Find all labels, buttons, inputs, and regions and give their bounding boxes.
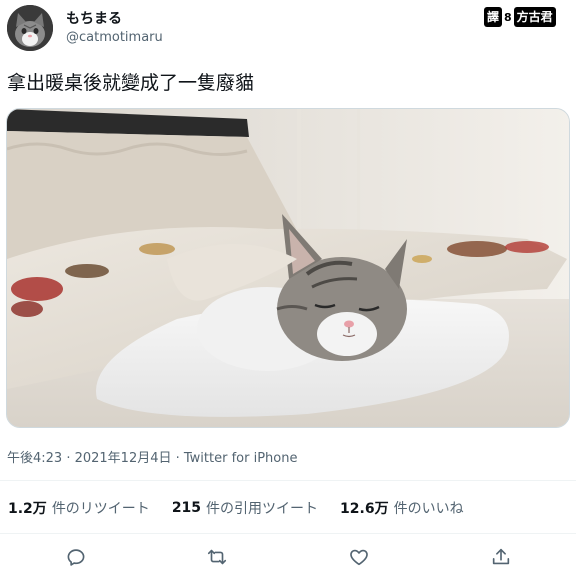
divider <box>0 533 576 534</box>
display-name[interactable]: もちまる <box>66 8 122 28</box>
quote-label: 件の引用ツイート <box>206 501 319 517</box>
reply-icon <box>67 549 85 566</box>
divider <box>0 480 576 481</box>
retweet-label: 件のリツイート <box>51 501 150 517</box>
heart-icon <box>350 549 368 566</box>
reply-button[interactable] <box>63 544 89 570</box>
tweet-photo[interactable] <box>6 108 570 428</box>
share-button[interactable] <box>488 544 514 570</box>
retweet-count: 1.2万 <box>8 501 47 517</box>
like-button[interactable] <box>346 544 372 570</box>
like-stat[interactable]: 12.6万 件のいいね <box>340 498 464 518</box>
retweet-stat[interactable]: 1.2万 件のリツイート <box>8 498 150 518</box>
share-icon <box>492 548 510 565</box>
retweet-button[interactable] <box>204 544 230 570</box>
tweet-stats: 1.2万 件のリツイート 215 件の引用ツイート 12.6万 件のいいね <box>8 497 486 519</box>
translator-badge-left: 譯 <box>484 7 503 27</box>
retweet-icon <box>207 549 227 565</box>
tweet-actions <box>0 544 576 570</box>
avatar[interactable] <box>7 5 53 51</box>
cat-under-kotatsu-image <box>7 109 569 427</box>
cat-avatar-icon <box>7 5 53 51</box>
tweet-header: もちまる @catmotimaru 譯 8 方古君 <box>0 0 576 62</box>
translator-badge-middle: 8 <box>504 10 512 24</box>
quote-stat[interactable]: 215 件の引用ツイート <box>172 498 318 518</box>
tweet-timestamp[interactable]: 午後4:23 · 2021年12月4日 · Twitter for iPhone <box>7 447 297 466</box>
quote-count: 215 <box>171 500 202 516</box>
user-handle[interactable]: @catmotimaru <box>66 30 163 45</box>
like-label: 件のいいね <box>393 501 464 517</box>
translator-badge: 譯 8 方古君 <box>484 6 556 28</box>
translator-badge-right: 方古君 <box>513 7 556 27</box>
tweet-text: 拿出暖桌後就變成了一隻廢貓 <box>7 72 255 94</box>
like-count: 12.6万 <box>340 501 389 517</box>
